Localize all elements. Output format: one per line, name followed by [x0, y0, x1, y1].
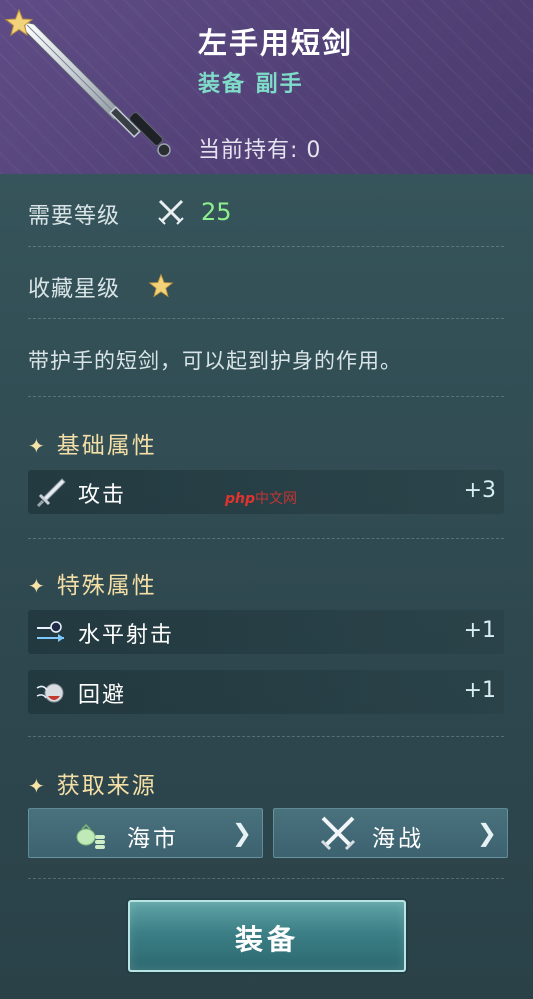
- source-label: 海战: [372, 826, 424, 852]
- owned-value: 0: [306, 138, 322, 163]
- sword-icon: [36, 478, 66, 508]
- divider: [28, 538, 504, 539]
- coin-bag-icon: [76, 823, 105, 849]
- stat-name: 攻击: [78, 483, 127, 508]
- short-sword-icon: [23, 21, 171, 157]
- stat-value: +3: [463, 478, 496, 503]
- level-value: 25: [201, 198, 232, 226]
- stat-name: 水平射击: [78, 623, 175, 648]
- equip-button[interactable]: 装备: [128, 900, 406, 972]
- item-description: 带护手的短剑，可以起到护身的作用。: [28, 349, 402, 373]
- owned-label: 当前持有:: [198, 138, 299, 163]
- divider: [28, 878, 504, 879]
- chevron-right-icon: ❯: [231, 819, 252, 847]
- sparkle-icon: ✦: [28, 434, 47, 458]
- divider: [28, 736, 504, 737]
- item-name: 左手用短剑: [198, 26, 354, 60]
- horizontal-shot-icon: [37, 621, 64, 642]
- item-type: 装备 副手: [198, 72, 304, 97]
- section-title-label: 基础属性: [56, 433, 157, 459]
- watermark-logo: php中文网: [225, 488, 297, 508]
- source-label: 海市: [127, 826, 179, 852]
- watermark-brand: php: [225, 491, 256, 507]
- item-header: 左手用短剑 装备 副手 当前持有: 0: [0, 0, 533, 174]
- stat-value: +1: [463, 618, 496, 643]
- equip-button-label: 装备: [234, 923, 299, 956]
- watermark-site: 中文网: [255, 491, 298, 507]
- section-special-attributes: ✦ 特殊属性: [28, 566, 157, 600]
- source-naval-battle-button[interactable]: 海战 ❯: [273, 808, 508, 858]
- source-sea-market-button[interactable]: 海市 ❯: [28, 808, 263, 858]
- section-title-label: 获取来源: [56, 773, 157, 799]
- rank-label: 收藏星级: [28, 277, 121, 302]
- owned-count: 当前持有: 0: [198, 132, 321, 164]
- stat-row-horizontal-shot: 水平射击 +1: [28, 610, 504, 654]
- stat-name: 回避: [78, 683, 127, 708]
- level-label: 需要等级: [28, 204, 121, 229]
- crossed-swords-icon: [320, 816, 356, 851]
- stat-row-dodge: 回避 +1: [28, 670, 504, 714]
- divider: [28, 246, 504, 247]
- sparkle-icon: ✦: [28, 774, 47, 798]
- divider: [28, 318, 504, 319]
- stat-value: +1: [463, 678, 496, 703]
- section-base-attributes: ✦ 基础属性: [28, 426, 157, 460]
- section-title-label: 特殊属性: [56, 573, 157, 599]
- sparkle-icon: ✦: [28, 574, 47, 598]
- star-icon: [148, 273, 174, 298]
- section-acquisition-source: ✦ 获取来源: [28, 766, 157, 800]
- chevron-right-icon: ❯: [476, 819, 497, 847]
- star-icon: [4, 8, 34, 37]
- dodge-icon: [36, 683, 64, 703]
- crossed-swords-icon: [158, 199, 184, 225]
- divider: [28, 396, 504, 397]
